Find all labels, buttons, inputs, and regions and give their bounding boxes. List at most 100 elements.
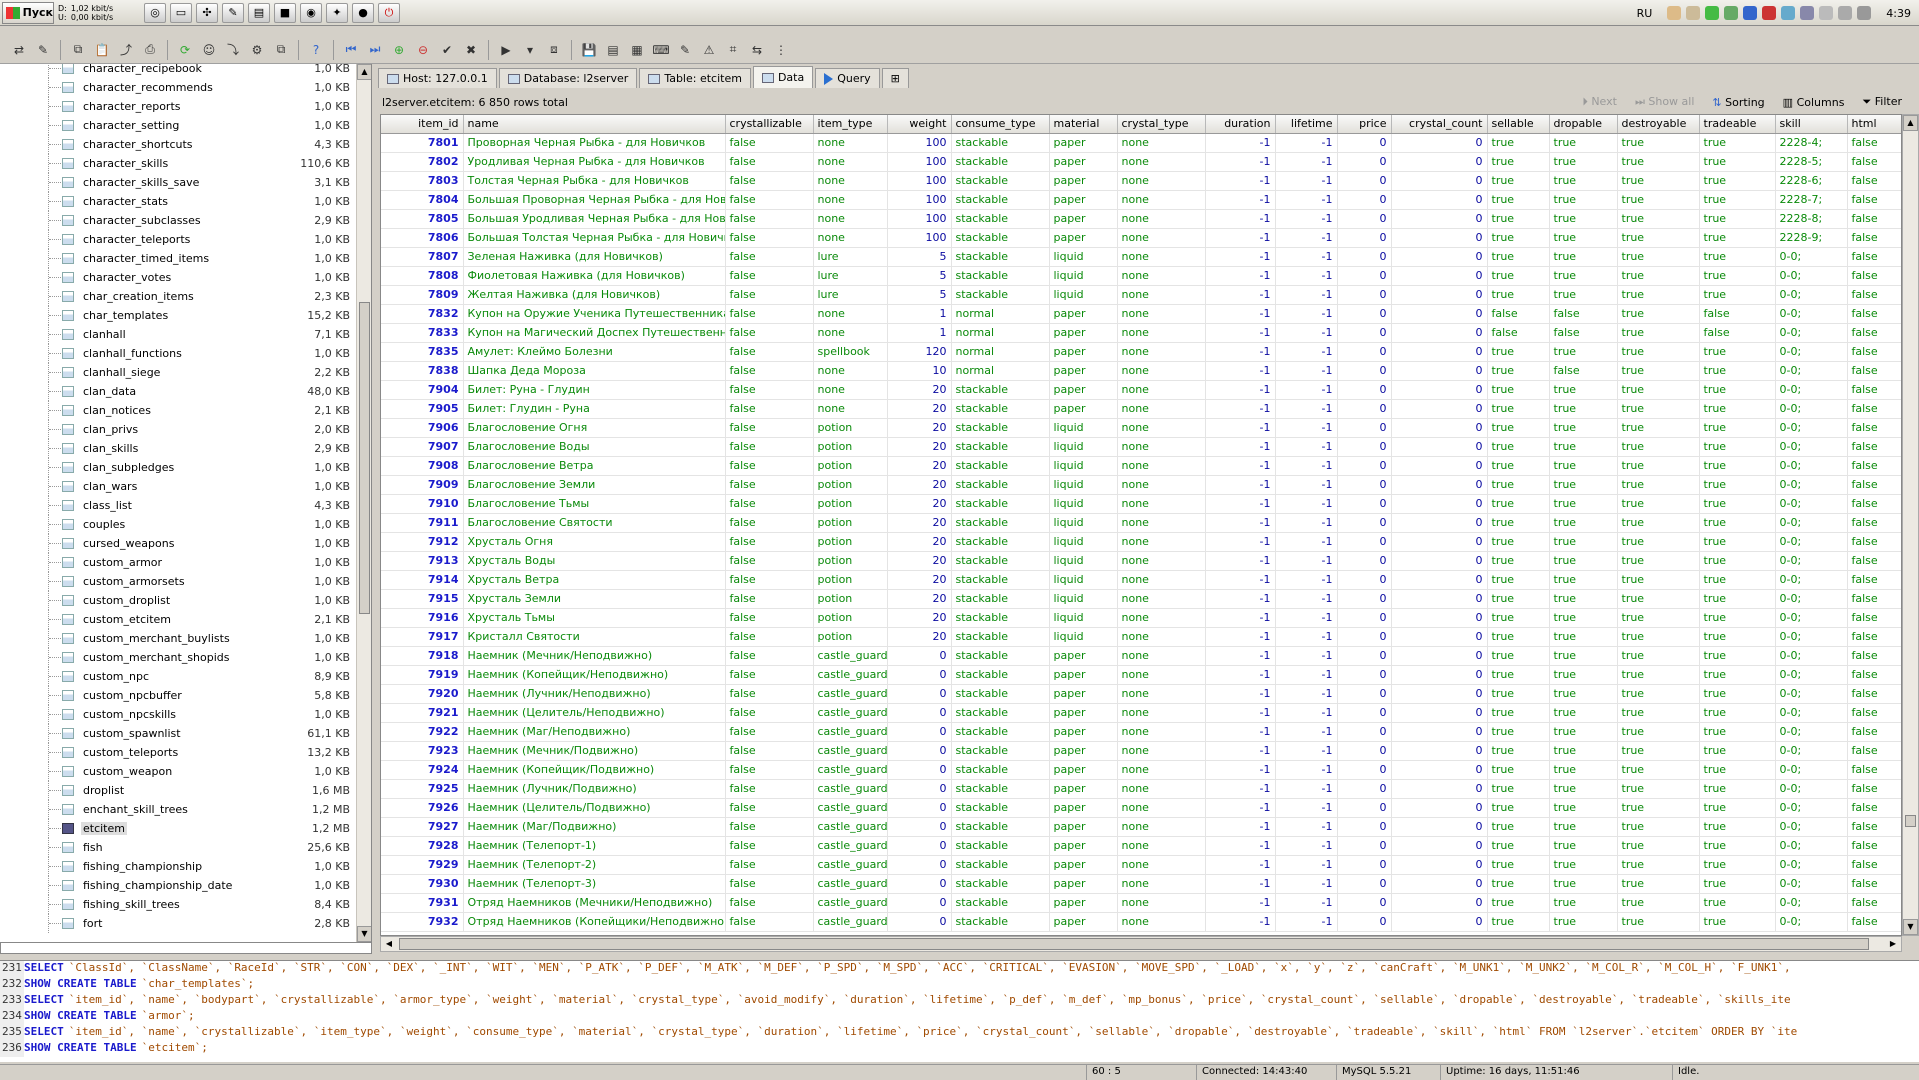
- cell-crystallizable[interactable]: false: [725, 646, 814, 666]
- column-header-duration[interactable]: duration: [1205, 115, 1276, 134]
- cell-crystal_count[interactable]: 0: [1391, 874, 1488, 894]
- cell-lifetime[interactable]: -1: [1275, 551, 1338, 571]
- cell-sellable[interactable]: true: [1487, 228, 1550, 248]
- cell-dropable[interactable]: true: [1549, 342, 1618, 362]
- cell-html[interactable]: false: [1847, 418, 1901, 438]
- cell-material[interactable]: liquid: [1049, 494, 1118, 514]
- cell-sellable[interactable]: true: [1487, 627, 1550, 647]
- cell-weight[interactable]: 0: [887, 646, 952, 666]
- column-header-dropable[interactable]: dropable: [1549, 115, 1618, 134]
- cell-crystal_type[interactable]: none: [1117, 494, 1206, 514]
- cell-item_type[interactable]: lure: [813, 266, 888, 286]
- cell-crystallizable[interactable]: false: [725, 684, 814, 704]
- table-row[interactable]: 7909 Благословение Земли false potion 20 stac…: [381, 475, 1901, 495]
- cell-crystal_count[interactable]: 0: [1391, 399, 1488, 419]
- cell-skill[interactable]: 2228-4;: [1775, 133, 1848, 153]
- cell-crystal_count[interactable]: 0: [1391, 855, 1488, 875]
- delete-record-icon[interactable]: ⊖: [412, 39, 434, 61]
- cell-name[interactable]: Купон на Оружие Ученика Путешественника: [463, 304, 726, 324]
- cell-tradeable[interactable]: true: [1699, 893, 1776, 913]
- cell-html[interactable]: false: [1847, 494, 1901, 514]
- cell-price[interactable]: 0: [1337, 266, 1392, 286]
- cell-item_id[interactable]: 7927: [381, 817, 464, 837]
- cell-destroyable[interactable]: true: [1617, 608, 1700, 628]
- cell-sellable[interactable]: true: [1487, 646, 1550, 666]
- cell-item_id[interactable]: 7905: [381, 399, 464, 419]
- cell-consume_type[interactable]: stackable: [951, 285, 1050, 305]
- tab-host[interactable]: Host: 127.0.0.1: [378, 68, 497, 88]
- cell-html[interactable]: false: [1847, 703, 1901, 723]
- cell-name[interactable]: Отряд Наемников (Копейщики/Неподвижно): [463, 912, 726, 932]
- tree-item-cursed_weapons[interactable]: cursed_weapons 1,0 KB: [0, 534, 356, 553]
- cell-item_id[interactable]: 7912: [381, 532, 464, 552]
- cell-html[interactable]: false: [1847, 608, 1901, 628]
- quicklaunch-app-icon[interactable]: ◎: [144, 2, 166, 23]
- cell-lifetime[interactable]: -1: [1275, 133, 1338, 153]
- cell-tradeable[interactable]: true: [1699, 532, 1776, 552]
- cell-weight[interactable]: 100: [887, 152, 952, 172]
- cell-item_id[interactable]: 7801: [381, 133, 464, 153]
- tab-query[interactable]: Query: [815, 68, 880, 88]
- cell-skill[interactable]: 0-0;: [1775, 608, 1848, 628]
- tray-network-icon[interactable]: [1724, 6, 1739, 20]
- cell-weight[interactable]: 0: [887, 855, 952, 875]
- cell-name[interactable]: Наемник (Целитель/Неподвижно): [463, 703, 726, 723]
- tree-item-clanhall_siege[interactable]: clanhall_siege 2,2 KB: [0, 363, 356, 382]
- tree-item-custom_armorsets[interactable]: custom_armorsets 1,0 KB: [0, 572, 356, 591]
- cell-dropable[interactable]: true: [1549, 665, 1618, 685]
- copy-icon[interactable]: ⧉: [67, 39, 89, 61]
- cell-destroyable[interactable]: true: [1617, 855, 1700, 875]
- cell-skill[interactable]: 0-0;: [1775, 304, 1848, 324]
- cell-dropable[interactable]: true: [1549, 266, 1618, 286]
- cell-crystal_count[interactable]: 0: [1391, 627, 1488, 647]
- cell-lifetime[interactable]: -1: [1275, 437, 1338, 457]
- cell-weight[interactable]: 1: [887, 323, 952, 343]
- cell-material[interactable]: liquid: [1049, 551, 1118, 571]
- cell-weight[interactable]: 20: [887, 589, 952, 609]
- cell-duration[interactable]: -1: [1205, 342, 1276, 362]
- cell-price[interactable]: 0: [1337, 760, 1392, 780]
- cell-sellable[interactable]: true: [1487, 760, 1550, 780]
- cell-material[interactable]: paper: [1049, 760, 1118, 780]
- quicklaunch-tool-icon[interactable]: ✣: [196, 2, 218, 23]
- tree-item-char_creation_items[interactable]: char_creation_items 2,3 KB: [0, 287, 356, 306]
- cell-consume_type[interactable]: stackable: [951, 684, 1050, 704]
- cell-weight[interactable]: 20: [887, 399, 952, 419]
- cell-weight[interactable]: 20: [887, 570, 952, 590]
- cell-sellable[interactable]: true: [1487, 532, 1550, 552]
- cell-item_type[interactable]: potion: [813, 475, 888, 495]
- cell-item_type[interactable]: none: [813, 361, 888, 381]
- cell-material[interactable]: paper: [1049, 399, 1118, 419]
- table-row[interactable]: 7832 Купон на Оружие Ученика Путешественн…: [381, 304, 1901, 324]
- cell-crystal_count[interactable]: 0: [1391, 741, 1488, 761]
- cell-html[interactable]: false: [1847, 342, 1901, 362]
- cell-consume_type[interactable]: stackable: [951, 855, 1050, 875]
- cell-name[interactable]: Благословение Огня: [463, 418, 726, 438]
- cell-material[interactable]: paper: [1049, 703, 1118, 723]
- cell-price[interactable]: 0: [1337, 570, 1392, 590]
- cell-name[interactable]: Кристалл Святости: [463, 627, 726, 647]
- cell-tradeable[interactable]: true: [1699, 437, 1776, 457]
- cell-html[interactable]: false: [1847, 570, 1901, 590]
- cell-item_type[interactable]: potion: [813, 513, 888, 533]
- cell-skill[interactable]: 2228-7;: [1775, 190, 1848, 210]
- table-row[interactable]: 7904 Билет: Руна - Глудин false none 20 stack…: [381, 380, 1901, 400]
- cell-html[interactable]: false: [1847, 304, 1901, 324]
- cell-price[interactable]: 0: [1337, 551, 1392, 571]
- cell-item_id[interactable]: 7923: [381, 741, 464, 761]
- cell-item_type[interactable]: castle_guard: [813, 665, 888, 685]
- tree-filter-input[interactable]: [0, 942, 372, 954]
- cell-sellable[interactable]: true: [1487, 152, 1550, 172]
- cell-html[interactable]: false: [1847, 513, 1901, 533]
- cell-sellable[interactable]: true: [1487, 912, 1550, 932]
- import-icon[interactable]: ⤵: [222, 39, 244, 61]
- cell-name[interactable]: Наемник (Копейщик/Неподвижно): [463, 665, 726, 685]
- cell-dropable[interactable]: true: [1549, 722, 1618, 742]
- cell-consume_type[interactable]: normal: [951, 361, 1050, 381]
- cell-item_type[interactable]: castle_guard: [813, 855, 888, 875]
- quicklaunch-console-icon[interactable]: ■: [274, 2, 296, 23]
- cell-item_id[interactable]: 7922: [381, 722, 464, 742]
- tree-item-character_timed_items[interactable]: character_timed_items 1,0 KB: [0, 249, 356, 268]
- cell-destroyable[interactable]: true: [1617, 760, 1700, 780]
- cell-duration[interactable]: -1: [1205, 266, 1276, 286]
